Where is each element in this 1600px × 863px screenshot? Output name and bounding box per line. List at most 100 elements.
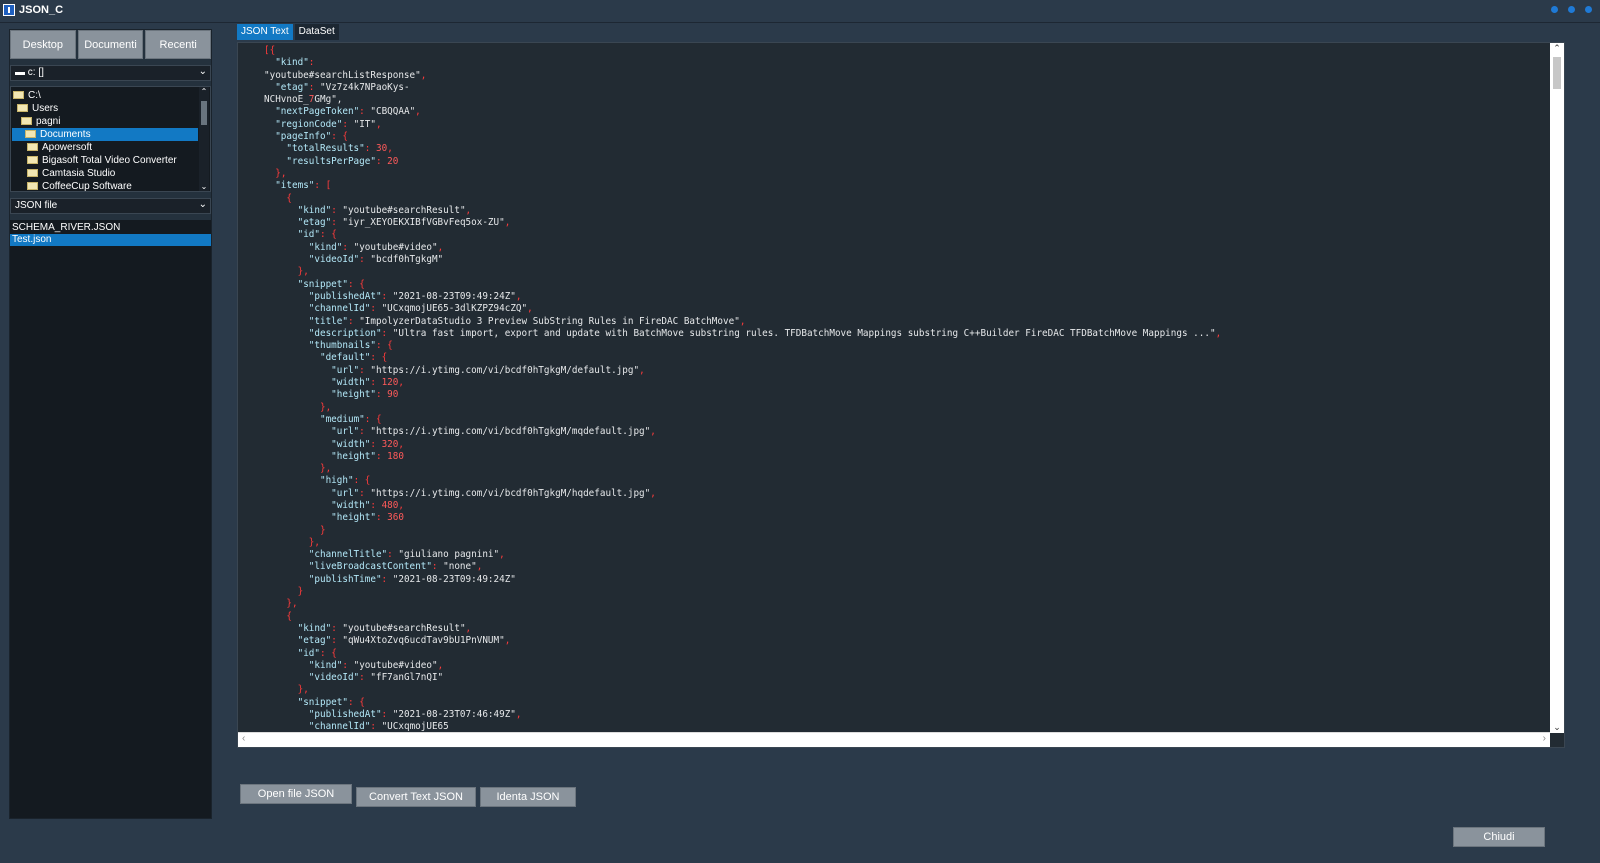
tree-item-label: C:\ (28, 90, 41, 101)
code-line[interactable]: }, (264, 266, 1221, 278)
code-line[interactable]: "etag": "Vz7z4k7NPaoKys- (264, 82, 1221, 94)
code-line[interactable]: "publishTime": "2021-08-23T09:49:24Z" (264, 574, 1221, 586)
code-line[interactable]: "videoId": "fF7anGl7nQI" (264, 672, 1221, 684)
identa-json-button[interactable]: Identa JSON (480, 787, 576, 807)
code-line[interactable]: "publishedAt": "2021-08-23T07:46:49Z", (264, 709, 1221, 721)
code-line[interactable]: "resultsPerPage": 20 (264, 156, 1221, 168)
code-line[interactable]: "snippet": { (264, 279, 1221, 291)
tree-item-camtasia[interactable]: Camtasia Studio (27, 167, 115, 180)
code-line[interactable]: } (264, 525, 1221, 537)
tree-item-documents[interactable]: Documents (12, 128, 198, 141)
tree-item-label: Camtasia Studio (42, 168, 116, 179)
code-line[interactable]: "nextPageToken": "CBQQAA", (264, 106, 1221, 118)
chevron-left-icon[interactable]: ‹ (242, 733, 245, 744)
file-item-schema-river[interactable]: SCHEMA_RIVER.JSON (10, 222, 211, 234)
code-line[interactable]: "url": "https://i.ytimg.com/vi/bcdf0hTgk… (264, 488, 1221, 500)
code-line[interactable]: "url": "https://i.ytimg.com/vi/bcdf0hTgk… (264, 426, 1221, 438)
code-line[interactable]: "height": 180 (264, 451, 1221, 463)
code-line[interactable]: "kind": (264, 57, 1221, 69)
tree-scroll-thumb[interactable] (201, 101, 207, 125)
code-line[interactable]: { (264, 193, 1221, 205)
code-line[interactable]: }, (264, 537, 1221, 549)
file-list[interactable]: SCHEMA_RIVER.JSON Test.json (10, 220, 211, 818)
code-line[interactable]: "items": [ (264, 180, 1221, 192)
chevron-right-icon[interactable]: › (1543, 733, 1546, 744)
tree-item-pagni[interactable]: pagni (21, 115, 60, 128)
editor-horizontal-scrollbar[interactable]: ‹ › (238, 732, 1550, 747)
code-line[interactable]: "high": { (264, 475, 1221, 487)
code-line[interactable]: "description": "Ultra fast import, expor… (264, 328, 1221, 340)
code-line[interactable]: "publishedAt": "2021-08-23T09:49:24Z", (264, 291, 1221, 303)
code-line[interactable]: "kind": "youtube#searchResult", (264, 205, 1221, 217)
code-line[interactable]: "videoId": "bcdf0hTgkgM" (264, 254, 1221, 266)
tree-item-users[interactable]: Users (17, 102, 58, 115)
code-line[interactable]: "height": 90 (264, 389, 1221, 401)
code-line[interactable]: "channelTitle": "giuliano pagnini", (264, 549, 1221, 561)
code-line[interactable]: NCHvnoE_7GMg", (264, 94, 1221, 106)
chevron-up-icon[interactable]: ⌃ (199, 87, 209, 96)
code-line[interactable]: "thumbnails": { (264, 340, 1221, 352)
code-line[interactable]: [{ (264, 45, 1221, 57)
code-line[interactable]: }, (264, 598, 1221, 610)
minimize-dot-icon[interactable] (1551, 6, 1558, 13)
code-line[interactable]: "width": 320, (264, 439, 1221, 451)
chevron-down-icon[interactable]: ⌄ (199, 182, 209, 191)
code-line[interactable]: "width": 480, (264, 500, 1221, 512)
recenti-button[interactable]: Recenti (145, 30, 212, 59)
directory-tree[interactable]: C:\ Users pagni Documents Apowersoft Big… (10, 86, 211, 192)
file-type-filter-select[interactable]: JSON file ⌄ (10, 198, 211, 214)
open-file-json-button[interactable]: Open file JSON (240, 784, 352, 804)
code-line[interactable]: "kind": "youtube#video", (264, 242, 1221, 254)
tree-item-coffeecup[interactable]: CoffeeCup Software (27, 180, 132, 191)
code-line[interactable]: "height": 360 (264, 512, 1221, 524)
file-item-test-json[interactable]: Test.json (10, 234, 211, 246)
code-line[interactable]: "kind": "youtube#video", (264, 660, 1221, 672)
code-line[interactable]: "channelId": "UCxqmojUE65-3dlKZPZ94cZQ", (264, 303, 1221, 315)
code-line[interactable]: "youtube#searchListResponse", (264, 70, 1221, 82)
code-line[interactable]: "id": { (264, 229, 1221, 241)
tab-dataset[interactable]: DataSet (294, 24, 339, 40)
editor-vertical-scrollbar[interactable]: ⌃ ⌄ (1550, 43, 1564, 733)
tree-item-apowersoft[interactable]: Apowersoft (27, 141, 92, 154)
tree-scrollbar[interactable]: ⌃ ⌄ (199, 87, 209, 191)
code-line[interactable]: "kind": "youtube#searchResult", (264, 623, 1221, 635)
code-line[interactable]: }, (264, 168, 1221, 180)
tree-item-bigasoft[interactable]: Bigasoft Total Video Converter (27, 154, 177, 167)
code-line[interactable]: }, (264, 463, 1221, 475)
json-text-editor[interactable]: [{ "kind": "youtube#searchListResponse", … (237, 42, 1565, 748)
editor-scroll-thumb[interactable] (1553, 57, 1561, 89)
code-line[interactable]: }, (264, 402, 1221, 414)
code-line[interactable]: } (264, 586, 1221, 598)
code-line[interactable]: "url": "https://i.ytimg.com/vi/bcdf0hTgk… (264, 365, 1221, 377)
desktop-button[interactable]: Desktop (10, 30, 76, 59)
code-line[interactable]: "totalResults": 30, (264, 143, 1221, 155)
code-line[interactable]: "id": { (264, 648, 1221, 660)
filter-value: JSON file (15, 200, 58, 211)
tree-item-c-drive[interactable]: C:\ (13, 89, 41, 102)
code-line[interactable]: "width": 120, (264, 377, 1221, 389)
code-line[interactable]: "etag": "iyr_XEYOEKXIBfVGBvFeq5ox-ZU", (264, 217, 1221, 229)
tab-json-text[interactable]: JSON Text (237, 24, 293, 40)
code-line[interactable]: }, (264, 684, 1221, 696)
code-line[interactable]: "snippet": { (264, 697, 1221, 709)
code-line[interactable]: "pageInfo": { (264, 131, 1221, 143)
code-line[interactable]: "liveBroadcastContent": "none", (264, 561, 1221, 573)
chiudi-button[interactable]: Chiudi (1453, 827, 1545, 847)
drive-select[interactable]: ▬ c: [] ⌄ (10, 65, 211, 81)
code-line[interactable]: "default": { (264, 352, 1221, 364)
convert-text-json-button[interactable]: Convert Text JSON (356, 787, 476, 807)
code-line[interactable]: "medium": { (264, 414, 1221, 426)
chevron-up-icon[interactable]: ⌃ (1550, 43, 1564, 54)
code-line[interactable]: "regionCode": "IT", (264, 119, 1221, 131)
window-controls[interactable] (1551, 6, 1592, 13)
documenti-button[interactable]: Documenti (77, 30, 144, 59)
close-dot-icon[interactable] (1585, 6, 1592, 13)
maximize-dot-icon[interactable] (1568, 6, 1575, 13)
code-line[interactable]: { (264, 611, 1221, 623)
chevron-down-icon[interactable]: ⌄ (1550, 722, 1564, 733)
chevron-down-icon[interactable]: ⌄ (199, 199, 207, 210)
code-line[interactable]: "etag": "qWu4XtoZvq6ucdTav9bU1PnVNUM", (264, 635, 1221, 647)
json-code[interactable]: [{ "kind": "youtube#searchListResponse", … (264, 45, 1221, 734)
chevron-down-icon[interactable]: ⌄ (199, 66, 207, 77)
code-line[interactable]: "title": "ImpolyzerDataStudio 3 Preview … (264, 316, 1221, 328)
